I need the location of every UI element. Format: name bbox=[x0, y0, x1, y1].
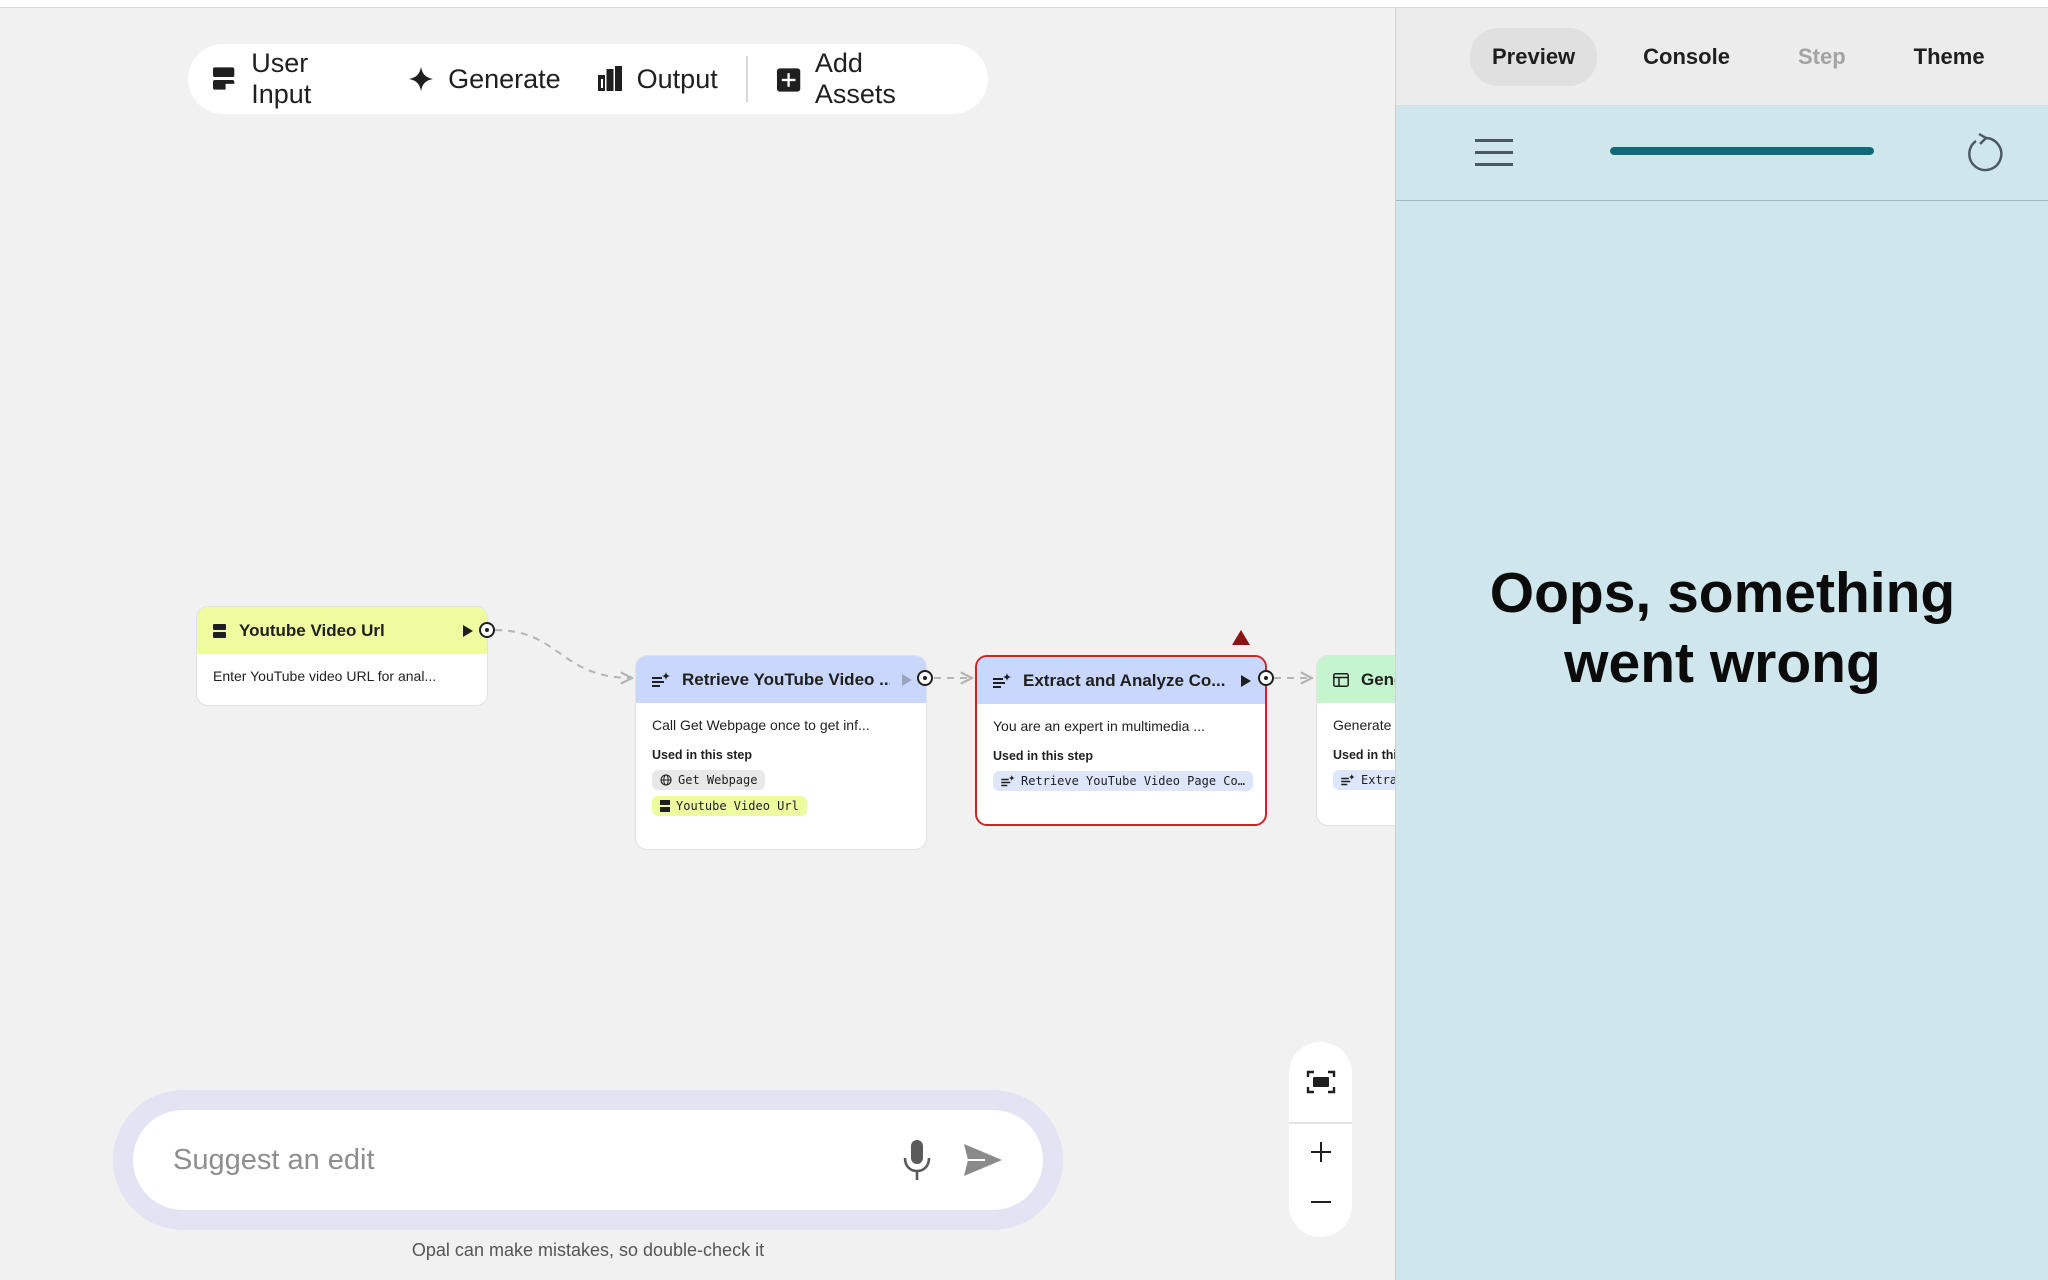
tab-preview[interactable]: Preview bbox=[1470, 27, 1598, 86]
node-description: Enter YouTube video URL for anal... bbox=[213, 668, 437, 684]
node-header: Retrieve YouTube Video ... bbox=[636, 656, 926, 703]
chip-retrieve-youtube-video-page[interactable]: Retrieve YouTube Video Page Co… bbox=[993, 771, 1253, 791]
chip-youtube-video-url[interactable]: Youtube Video Url bbox=[652, 796, 807, 816]
chip-label: Get Webpage bbox=[678, 773, 758, 787]
used-in-step-label: Used in this step bbox=[652, 748, 753, 762]
suggest-edit-input[interactable] bbox=[173, 1143, 901, 1177]
panel-tabs: Preview Console Step Theme bbox=[1396, 8, 2048, 106]
edit-input-container bbox=[133, 1110, 1043, 1210]
top-bar bbox=[0, 0, 2048, 8]
node-title: Extract and Analyze Co... bbox=[1023, 670, 1226, 690]
generate-text-icon bbox=[993, 672, 1011, 688]
tab-console[interactable]: Console bbox=[1621, 28, 1752, 86]
progress-fill bbox=[1610, 147, 1874, 155]
menu-icon[interactable] bbox=[1475, 139, 1513, 167]
fit-view-button[interactable] bbox=[1289, 1042, 1352, 1122]
preview-header bbox=[1396, 106, 2048, 201]
plus-icon bbox=[1310, 1141, 1331, 1162]
node-generate-output[interactable]: Gene Generate Used in thi Extra bbox=[1316, 655, 1395, 826]
node-title: Retrieve YouTube Video ... bbox=[682, 669, 890, 689]
generate-text-icon bbox=[1341, 774, 1355, 786]
used-in-step-label: Used in thi bbox=[1333, 748, 1395, 762]
zoom-controls bbox=[1289, 1042, 1352, 1237]
node-header: Youtube Video Url bbox=[197, 607, 487, 654]
restart-icon[interactable] bbox=[1963, 133, 2005, 175]
edit-suggestion-bar bbox=[113, 1090, 1063, 1230]
web-page-icon bbox=[1333, 672, 1349, 687]
node-description: You are an expert in multimedia ... bbox=[993, 718, 1205, 734]
minus-icon bbox=[1310, 1200, 1331, 1203]
edge-url-to-retrieve bbox=[494, 629, 632, 678]
output-port[interactable] bbox=[1258, 670, 1274, 686]
generate-text-icon bbox=[1001, 775, 1015, 787]
play-icon[interactable] bbox=[463, 624, 473, 637]
play-icon[interactable] bbox=[1241, 674, 1251, 687]
progress-bar bbox=[1610, 147, 1874, 155]
fit-screen-icon bbox=[1306, 1070, 1335, 1094]
play-icon[interactable] bbox=[902, 673, 912, 686]
node-description: Call Get Webpage once to get inf... bbox=[652, 717, 870, 733]
user-input-icon bbox=[660, 800, 670, 812]
chip-label: Youtube Video Url bbox=[676, 799, 799, 813]
node-header: Gene bbox=[1317, 656, 1395, 703]
zoom-out-button[interactable] bbox=[1289, 1179, 1352, 1224]
chip-extract[interactable]: Extra bbox=[1333, 770, 1395, 790]
node-extract-and-analyze[interactable]: Extract and Analyze Co... You are an exp… bbox=[975, 655, 1267, 826]
chip-get-webpage[interactable]: Get Webpage bbox=[652, 770, 766, 790]
node-title: Gene bbox=[1361, 669, 1395, 689]
node-title: Youtube Video Url bbox=[239, 620, 385, 640]
tab-step[interactable]: Step bbox=[1776, 28, 1868, 86]
error-message: Oops, something went wrong bbox=[1489, 561, 1956, 695]
generate-text-icon bbox=[652, 671, 670, 687]
node-youtube-video-url[interactable]: Youtube Video Url Enter YouTube video UR… bbox=[196, 606, 488, 706]
user-input-icon bbox=[213, 623, 226, 638]
output-port[interactable] bbox=[479, 622, 495, 638]
preview-panel: Preview Console Step Theme Oops, somethi… bbox=[1395, 8, 2048, 1280]
disclaimer-text: Opal can make mistakes, so double-check … bbox=[411, 1240, 765, 1260]
microphone-icon[interactable] bbox=[901, 1138, 933, 1182]
output-port[interactable] bbox=[917, 670, 933, 686]
warning-icon[interactable] bbox=[1232, 630, 1250, 645]
chip-label: Retrieve YouTube Video Page Co… bbox=[1021, 774, 1245, 788]
tab-theme[interactable]: Theme bbox=[1892, 28, 2007, 86]
node-retrieve-youtube-video[interactable]: Retrieve YouTube Video ... Call Get Webp… bbox=[635, 655, 927, 850]
node-description: Generate bbox=[1333, 717, 1392, 733]
chip-label: Extra bbox=[1361, 773, 1395, 787]
send-icon[interactable] bbox=[963, 1143, 1003, 1177]
flow-canvas[interactable]: User Input Generate Output Add Assets Yo… bbox=[0, 8, 1395, 1280]
globe-icon bbox=[660, 774, 672, 786]
used-in-step-label: Used in this step bbox=[993, 749, 1094, 763]
node-header: Extract and Analyze Co... bbox=[977, 657, 1265, 704]
zoom-in-button[interactable] bbox=[1289, 1124, 1352, 1179]
